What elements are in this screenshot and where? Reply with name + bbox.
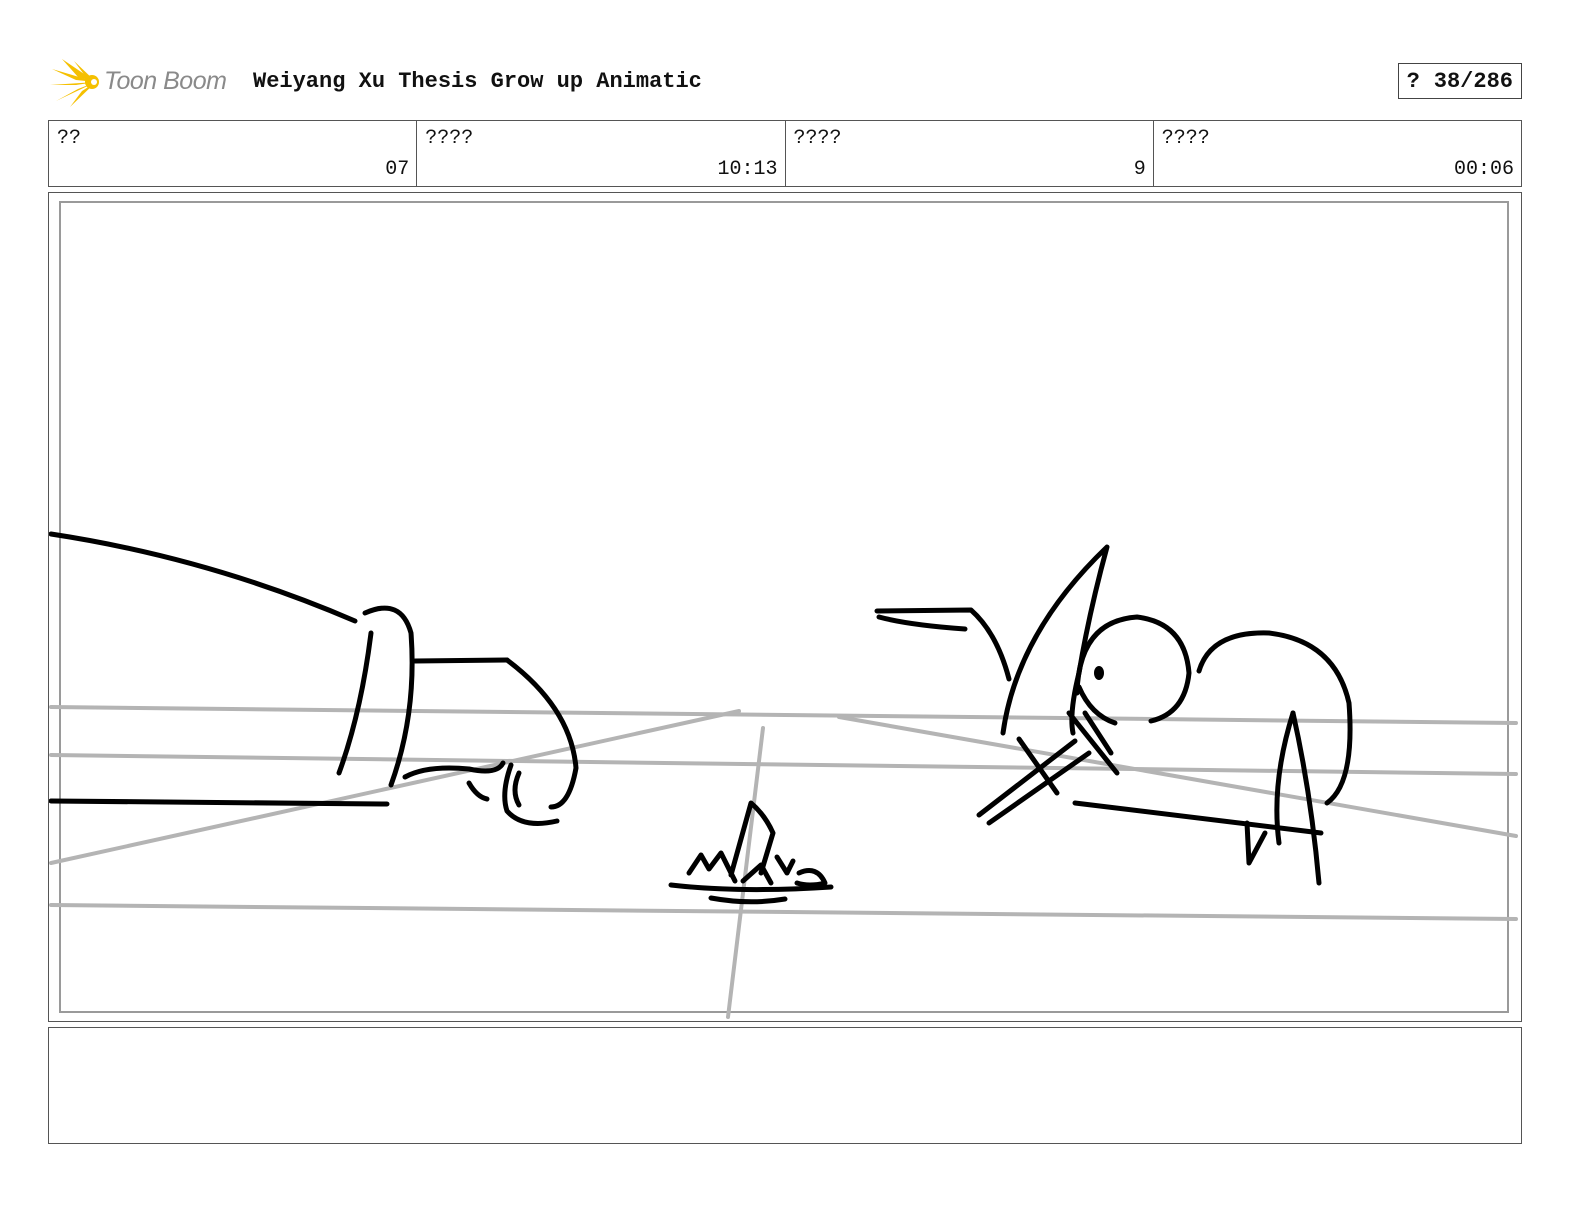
project-title: Weiyang Xu Thesis Grow up Animatic (253, 69, 702, 94)
page-label: ? (1406, 68, 1420, 94)
storyboard-panel (48, 192, 1522, 1022)
left-character-arm (49, 531, 579, 826)
creature-eye (1094, 666, 1104, 680)
cell-value: 00:06 (1453, 158, 1514, 181)
cell-value: 07 (385, 158, 410, 181)
info-cell-duration: ???? 00:06 (1154, 121, 1521, 186)
logo-text: Toon Boom (104, 67, 227, 95)
cell-label: ???? (425, 127, 474, 150)
cell-label: ???? (1161, 127, 1210, 150)
info-row: ?? 07 ???? 10:13 ???? 9 ???? 00:06 (48, 120, 1522, 187)
toon-boom-logo: Toon Boom (48, 55, 243, 110)
cell-value: 10:13 (717, 158, 778, 181)
cell-value: 9 (1133, 158, 1146, 181)
info-cell-panel: ???? 9 (786, 121, 1154, 186)
page-number: 38/286 (1433, 68, 1513, 94)
page-counter: ? 38/286 (1397, 63, 1522, 99)
starburst-icon (50, 59, 99, 107)
info-cell-timing: ???? 10:13 (417, 121, 786, 186)
sketch-drawing (49, 531, 1518, 1019)
notes-box (48, 1027, 1522, 1144)
cell-label: ?? (57, 127, 82, 150)
info-cell-scene: ?? 07 (49, 121, 418, 186)
perspective-guides (49, 705, 1518, 1019)
cell-label: ???? (793, 127, 842, 150)
header: Toon Boom Weiyang Xu Thesis Grow up Anim… (48, 55, 1522, 110)
